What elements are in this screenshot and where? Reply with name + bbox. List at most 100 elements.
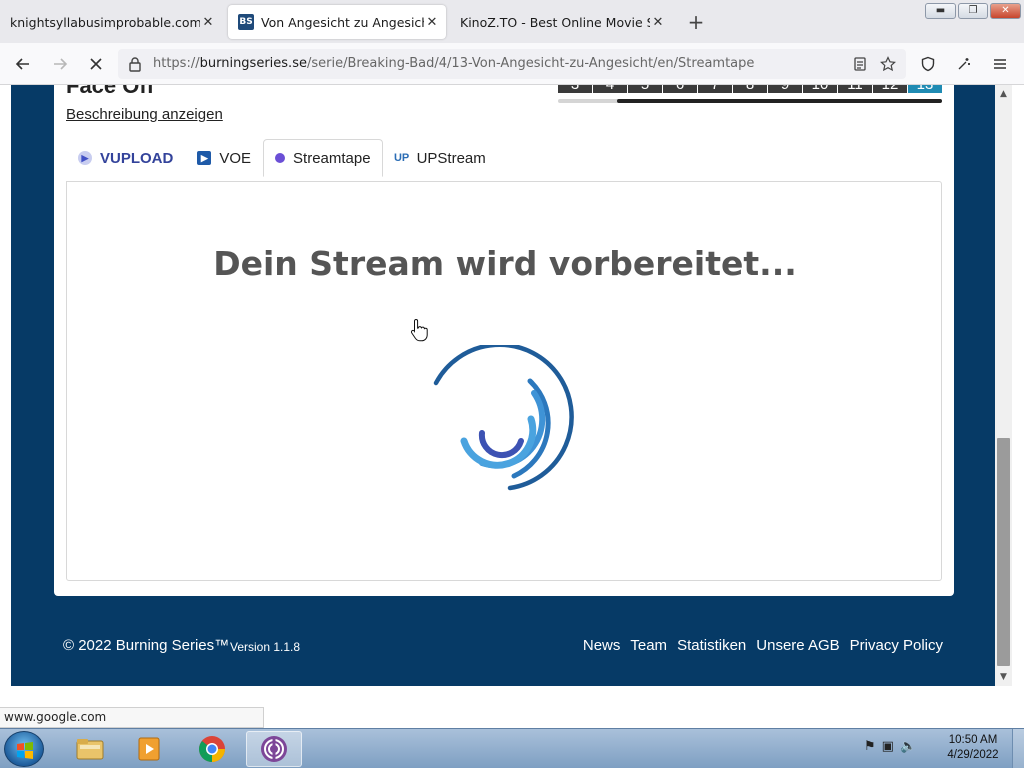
footer-link-agb[interactable]: Unsere AGB bbox=[756, 637, 839, 654]
hoster-tab-vupload[interactable]: ▶ VUPLOAD bbox=[66, 139, 185, 177]
close-window-button[interactable]: ✕ bbox=[990, 3, 1021, 19]
dot-icon bbox=[275, 153, 286, 163]
chrome-icon bbox=[198, 736, 225, 763]
taskbar-clock[interactable]: 10:50 AM 4/29/2022 bbox=[940, 733, 1006, 763]
episode-button[interactable]: 4 bbox=[593, 85, 627, 93]
hoster-tab-streamtape[interactable]: Streamtape bbox=[263, 139, 383, 177]
hoster-label: UPStream bbox=[416, 149, 486, 167]
footer-link-news[interactable]: News bbox=[583, 637, 621, 654]
restore-button[interactable]: ❐ bbox=[958, 3, 988, 19]
back-button[interactable] bbox=[11, 52, 35, 76]
browser-nav-bar: https://burningseries.se/serie/Breaking-… bbox=[0, 43, 1024, 85]
tab-title: knightsyllabusimprobable.com/u28 bbox=[10, 14, 200, 30]
copyright-text: © 2022 Burning Series™ bbox=[63, 637, 230, 654]
stop-loading-button[interactable] bbox=[84, 52, 108, 76]
loading-spinner-icon bbox=[433, 345, 574, 491]
episode-button[interactable]: 7 bbox=[698, 85, 732, 93]
episode-title: Face Off bbox=[66, 85, 155, 98]
taskbar-file-explorer[interactable] bbox=[62, 731, 118, 767]
forward-arrow-icon bbox=[54, 58, 68, 70]
browser-tab-2[interactable]: BS Von Angesicht zu Angesicht - B ✕ bbox=[228, 5, 446, 39]
episode-card: Face Off Beschreibung anzeigen 345678910… bbox=[54, 85, 954, 596]
network-icon[interactable]: ▣ bbox=[882, 739, 894, 754]
folder-icon bbox=[76, 739, 104, 760]
video-player[interactable]: Dein Stream wird vorbereitet... bbox=[66, 181, 942, 581]
episode-list-scroll-thumb[interactable] bbox=[617, 99, 942, 103]
page-scroll-thumb[interactable] bbox=[997, 438, 1010, 666]
lock-icon bbox=[129, 57, 141, 72]
tab-close-icon[interactable]: ✕ bbox=[650, 15, 666, 30]
episode-button[interactable]: 6 bbox=[663, 85, 697, 93]
tab-title: Von Angesicht zu Angesicht - B bbox=[261, 14, 424, 30]
up-logo-icon: UP bbox=[393, 152, 410, 164]
hoster-label: VOE bbox=[219, 149, 252, 167]
shield-icon bbox=[921, 56, 935, 72]
version-text: Version 1.1.8 bbox=[230, 640, 301, 654]
voe-logo-icon: ▶ bbox=[197, 151, 212, 165]
url-path: /serie/Breaking-Bad/4/13-Von-Angesicht-z… bbox=[306, 56, 755, 71]
episode-list-scrollbar[interactable] bbox=[558, 99, 942, 103]
episode-list: 345678910111213 bbox=[558, 85, 943, 93]
taskbar-tor-browser[interactable] bbox=[246, 731, 302, 767]
link-status-bar: www.google.com bbox=[0, 707, 264, 728]
volume-icon[interactable]: 🔈 bbox=[900, 739, 916, 754]
page-viewport: Face Off Beschreibung anzeigen 345678910… bbox=[11, 85, 995, 686]
windows-logo-icon bbox=[17, 742, 33, 759]
minimize-button[interactable]: ▬ bbox=[925, 3, 956, 19]
stream-preparing-message: Dein Stream wird vorbereitet... bbox=[213, 244, 797, 283]
clock-time: 10:50 AM bbox=[948, 734, 998, 746]
media-player-icon bbox=[138, 737, 160, 761]
taskbar-chrome[interactable] bbox=[184, 731, 240, 767]
address-bar[interactable]: https://burningseries.se/serie/Breaking-… bbox=[118, 49, 906, 79]
back-arrow-icon bbox=[15, 58, 29, 70]
tab-close-icon[interactable]: ✕ bbox=[424, 15, 440, 30]
episode-button[interactable]: 9 bbox=[768, 85, 802, 93]
show-desktop-button[interactable] bbox=[1012, 729, 1024, 768]
episode-button[interactable]: 11 bbox=[838, 85, 872, 93]
new-tab-button[interactable]: + bbox=[686, 10, 706, 34]
clock-date: 4/29/2022 bbox=[947, 749, 999, 761]
url-host: burningseries.se bbox=[199, 56, 307, 71]
tab-title: KinoZ.TO - Best Online Movie Strea bbox=[460, 14, 650, 30]
episode-button[interactable]: 3 bbox=[558, 85, 592, 93]
spinner-ring-inner bbox=[478, 430, 524, 459]
url-scheme: https:// bbox=[153, 56, 200, 71]
episode-button[interactable]: 8 bbox=[733, 85, 767, 93]
scroll-up-arrow-icon[interactable]: ▲ bbox=[995, 87, 1012, 101]
scroll-down-arrow-icon[interactable]: ▼ bbox=[995, 670, 1012, 684]
footer-link-team[interactable]: Team bbox=[630, 637, 667, 654]
system-tray: ⚑ ▣ 🔈 bbox=[864, 739, 916, 754]
forward-button[interactable] bbox=[48, 52, 72, 76]
hoster-tab-voe[interactable]: ▶ VOE bbox=[185, 139, 263, 177]
reader-view-icon bbox=[854, 57, 866, 71]
page-scrollbar[interactable]: ▲ ▼ bbox=[995, 85, 1012, 686]
hoster-tabs: ▶ VUPLOAD ▶ VOE Streamtape UP UPStream bbox=[66, 139, 498, 177]
shield-button[interactable] bbox=[916, 52, 940, 76]
windows-taskbar: ⚑ ▣ 🔈 10:50 AM 4/29/2022 bbox=[0, 728, 1024, 768]
tab-close-icon[interactable]: ✕ bbox=[200, 15, 216, 30]
hoster-tab-upstream[interactable]: UP UPStream bbox=[383, 139, 498, 177]
episode-button[interactable]: 5 bbox=[628, 85, 662, 93]
magic-wand-icon bbox=[958, 58, 970, 70]
hoster-label: VUPLOAD bbox=[100, 149, 174, 167]
hamburger-menu-icon bbox=[994, 59, 1006, 69]
browser-tab-3[interactable]: KinoZ.TO - Best Online Movie Strea ✕ bbox=[450, 5, 672, 39]
stop-icon bbox=[90, 58, 102, 70]
extensions-button[interactable] bbox=[952, 52, 976, 76]
footer-link-statistiken[interactable]: Statistiken bbox=[677, 637, 746, 654]
episode-button[interactable]: 10 bbox=[803, 85, 837, 93]
play-circle-icon: ▶ bbox=[78, 151, 92, 165]
url-text[interactable]: https://burningseries.se/serie/Breaking-… bbox=[153, 56, 754, 71]
menu-button[interactable] bbox=[988, 52, 1012, 76]
hoster-label: Streamtape bbox=[293, 149, 371, 167]
start-button[interactable] bbox=[4, 731, 44, 767]
action-center-flag-icon[interactable]: ⚑ bbox=[864, 739, 876, 754]
footer-link-privacy[interactable]: Privacy Policy bbox=[850, 637, 943, 654]
episode-button[interactable]: 12 bbox=[873, 85, 907, 93]
episode-button[interactable]: 13 bbox=[908, 85, 942, 93]
hand-cursor-icon bbox=[410, 318, 428, 342]
taskbar-media-player[interactable] bbox=[122, 731, 178, 767]
tor-browser-icon bbox=[261, 736, 287, 762]
show-description-link[interactable]: Beschreibung anzeigen bbox=[66, 106, 223, 123]
browser-tab-1[interactable]: knightsyllabusimprobable.com/u28 ✕ bbox=[0, 5, 222, 39]
